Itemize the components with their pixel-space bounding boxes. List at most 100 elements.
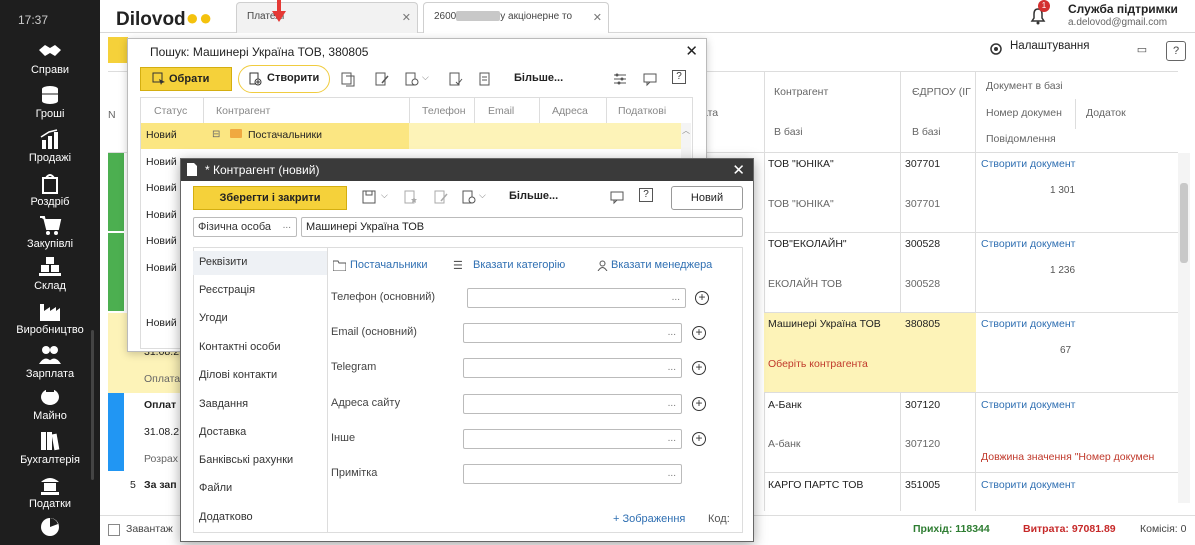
row-subtitle: Оплата [144, 373, 181, 385]
contractor-cell: ТОВ "ЮНІКА" [768, 158, 834, 170]
tab-contacts[interactable]: Контактні особи [199, 341, 281, 353]
close-icon[interactable]: ✕ [402, 11, 411, 24]
edit-icon[interactable] [433, 189, 449, 205]
contractor-in-base: ЕКОЛАЙН ТОВ [768, 278, 843, 290]
specify-category-link[interactable]: Вказати категорію [473, 259, 565, 271]
filter-sliders-icon[interactable] [612, 71, 628, 87]
choose-contractor-link[interactable]: Оберіть контрагента [768, 358, 868, 370]
create-document-link[interactable]: Створити документ [981, 479, 1075, 491]
help-icon[interactable]: ? [1166, 41, 1186, 61]
document-check-icon[interactable] [448, 71, 464, 87]
nav-item-zarplata[interactable]: Зарплата [0, 344, 100, 380]
nav-item-sklad[interactable]: Склад [0, 256, 100, 292]
tab-registration[interactable]: Реєстрація [199, 284, 255, 296]
close-icon[interactable]: ✕ [732, 161, 745, 179]
save-icon[interactable] [361, 189, 377, 205]
copy-icon[interactable] [340, 71, 356, 87]
note-input[interactable]: ... [463, 464, 682, 484]
nav-label: Закупівлі [26, 238, 74, 250]
nav-item-podatky[interactable]: Податки [0, 474, 100, 510]
report-icon[interactable] [478, 71, 494, 87]
create-document-link[interactable]: Створити документ [981, 318, 1075, 330]
nav-label: Майно [33, 410, 67, 422]
chart-icon [37, 128, 63, 150]
close-icon[interactable]: ✕ [593, 11, 602, 24]
telegram-input[interactable]: ... [463, 358, 682, 378]
create-document-link[interactable]: Створити документ [981, 158, 1075, 170]
document-settings-icon[interactable] [404, 71, 420, 87]
logo-dots-icon: ●● [185, 5, 213, 30]
person-type-select[interactable]: Фізична особа ... [193, 217, 297, 237]
edrpou-cell: 300528 [905, 238, 941, 250]
nav-item-rozdrib[interactable]: Роздріб [0, 172, 100, 208]
dialog-title: * Контрагент (новий) [205, 163, 320, 177]
chevron-down-icon[interactable]: ⌵ [479, 190, 486, 201]
add-telegram-button[interactable]: + [692, 361, 706, 375]
tab-bank-accounts[interactable]: Банківські рахунки [199, 454, 293, 466]
support-name[interactable]: Служба підтримки [1068, 2, 1178, 16]
load-label: Завантаж [126, 523, 173, 535]
tab-requisites[interactable]: Реквізити [199, 256, 247, 268]
chevron-down-icon[interactable]: ⌵ [381, 190, 388, 201]
help-icon[interactable]: ? [672, 70, 686, 84]
tab-business-contacts[interactable]: Ділові контакти [199, 369, 277, 381]
nav-item-prodazhi[interactable]: Продажі [0, 128, 100, 164]
edit-icon[interactable] [374, 71, 390, 87]
notification-badge: 1 [1038, 0, 1050, 12]
settings-button[interactable]: Налаштування [1010, 40, 1089, 52]
specify-manager-link[interactable]: Вказати менеджера [611, 259, 712, 271]
tab-delivery[interactable]: Доставка [199, 426, 246, 438]
load-checkbox[interactable] [108, 524, 120, 536]
tab-additional[interactable]: Додатково [199, 511, 253, 523]
create-document-link[interactable]: Створити документ [981, 238, 1075, 250]
favorite-doc-icon[interactable] [403, 189, 419, 205]
gear-icon[interactable] [988, 41, 1004, 57]
nav-item-groshi[interactable]: Гроші [0, 84, 100, 120]
tax-icon [37, 474, 63, 496]
select-button-partial[interactable] [108, 37, 128, 63]
name-input[interactable]: Машинері Україна ТОВ [301, 217, 743, 237]
tab-payments[interactable]: Платежі ✕ [236, 2, 418, 33]
add-other-button[interactable]: + [692, 432, 706, 446]
dialog-titlebar[interactable]: * Контрагент (новий) ✕ [181, 159, 753, 181]
add-image-link[interactable]: + Зображення [613, 513, 685, 525]
clock: 17:37 [18, 13, 49, 27]
status-button[interactable]: Новий [671, 186, 743, 210]
sidebar-scrollbar[interactable] [91, 330, 94, 480]
tab-agreements[interactable]: Угоди [199, 312, 228, 324]
category-link[interactable]: Постачальники [350, 259, 428, 271]
chat-icon[interactable]: ▭ [1132, 41, 1152, 61]
nav-item-spravy[interactable]: Справи [0, 40, 100, 76]
add-email-button[interactable]: + [692, 326, 706, 340]
email-input[interactable]: ... [463, 323, 682, 343]
scroll-up-icon[interactable]: ︿ [682, 125, 690, 136]
save-and-close-button[interactable]: Зберегти і закрити [193, 186, 347, 210]
close-icon[interactable]: ✕ [685, 42, 698, 60]
create-document-link[interactable]: Створити документ [981, 399, 1075, 411]
tab-bank-statement[interactable]: 2600 у акціонерне то ✕ [423, 2, 609, 33]
website-input[interactable]: ... [463, 394, 682, 414]
col-header-in-base-2: В базі [912, 126, 941, 138]
scrollbar-thumb[interactable] [1180, 183, 1188, 263]
nav-item-vyrobnytstvo[interactable]: Виробництво [0, 300, 100, 336]
document-settings-icon[interactable] [461, 189, 477, 205]
nav-item-analytics[interactable] [0, 516, 100, 540]
nav-item-zakupivli[interactable]: Закупівлі [0, 214, 100, 250]
col-header-message: Повідомлення [986, 133, 1056, 145]
comment-icon[interactable] [609, 189, 625, 205]
add-phone-button[interactable]: + [695, 291, 709, 305]
comment-icon[interactable] [642, 71, 658, 87]
add-website-button[interactable]: + [692, 397, 706, 411]
help-icon[interactable]: ? [639, 188, 653, 202]
phone-input[interactable]: ... [467, 288, 686, 308]
other-input[interactable]: ... [463, 429, 682, 449]
more-button[interactable]: Більше... [509, 190, 558, 202]
nav-item-maino[interactable]: Майно [0, 386, 100, 422]
nav-item-bukhhalteriia[interactable]: Бухгалтерія [0, 430, 100, 466]
logo[interactable]: Dilovod●● [116, 5, 212, 31]
chevron-down-icon[interactable]: ⌵ [422, 72, 429, 83]
tab-tasks[interactable]: Завдання [199, 398, 248, 410]
collapse-icon[interactable]: ⊟ [212, 129, 220, 140]
tab-files[interactable]: Файли [199, 482, 232, 494]
more-button[interactable]: Більше... [514, 72, 563, 84]
